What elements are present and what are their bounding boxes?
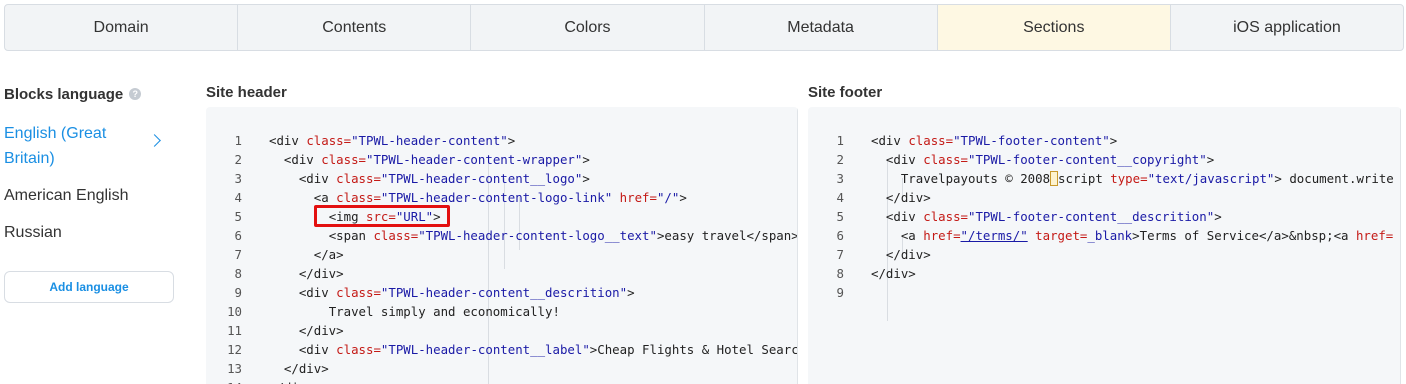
tab-domain[interactable]: Domain <box>5 5 239 50</box>
site-header-title: Site header <box>206 84 287 101</box>
language-item-english-gb[interactable]: English (Great Britain) <box>4 121 169 171</box>
language-item-american-english[interactable]: American English <box>4 186 174 206</box>
tab-sections[interactable]: Sections <box>937 5 1171 50</box>
bracket-match-marker <box>1050 171 1059 186</box>
editor-edge <box>797 107 798 384</box>
tab-contents[interactable]: Contents <box>238 5 472 50</box>
help-icon[interactable]: ? <box>129 88 142 100</box>
highlight-box <box>314 205 450 227</box>
editor-edge <box>1400 107 1401 384</box>
blocks-language-heading: Blocks language ? <box>4 84 174 104</box>
language-sidebar: Blocks language ? English (Great Britain… <box>4 84 174 303</box>
tab-ios-application[interactable]: iOS application <box>1171 5 1403 50</box>
site-footer-title: Site footer <box>808 84 883 101</box>
tab-metadata[interactable]: Metadata <box>705 5 938 50</box>
site-header-code-editor[interactable]: 1 <div class="TPWL-header-content"> 2 <di… <box>206 107 798 384</box>
language-item-label: English (Great Britain) <box>4 125 107 167</box>
add-language-button[interactable]: Add language <box>4 271 174 303</box>
tab-bar: Domain Contents Colors Metadata Sections… <box>4 4 1404 51</box>
blocks-language-title: Blocks language <box>4 85 124 103</box>
language-item-russian[interactable]: Russian <box>4 223 174 243</box>
site-footer-code-editor[interactable]: 1 <div class="TPWL-footer-content"> 2 <di… <box>808 107 1401 384</box>
tab-colors[interactable]: Colors <box>471 5 705 50</box>
chevron-right-icon <box>148 134 161 147</box>
